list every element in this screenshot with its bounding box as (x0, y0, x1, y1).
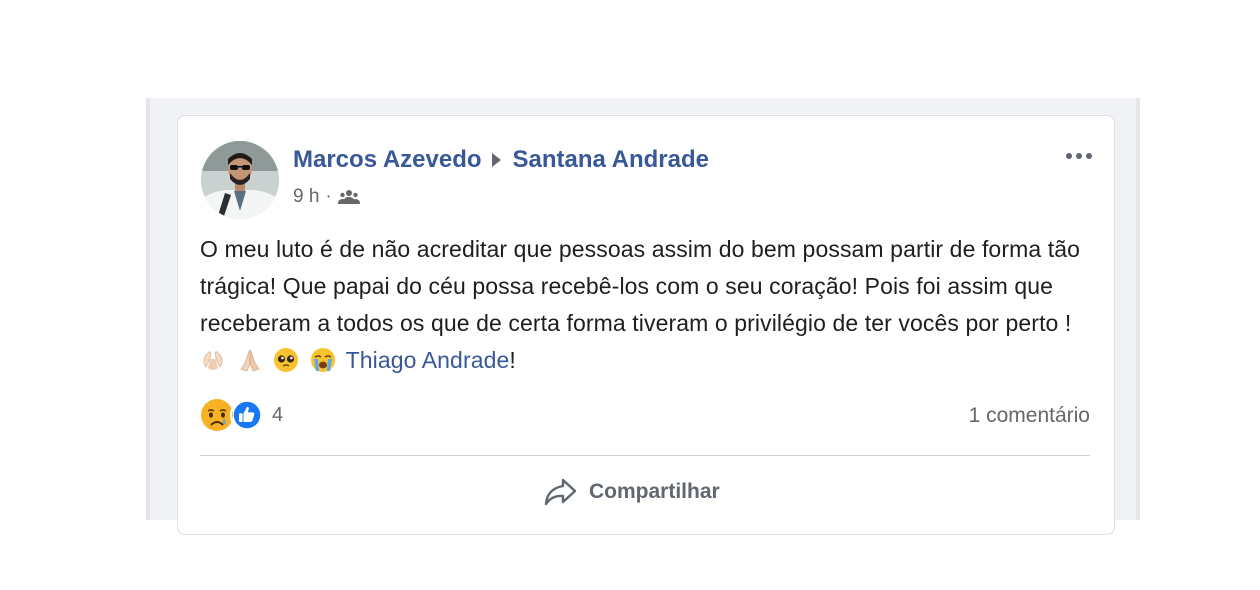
divider (200, 455, 1090, 456)
share-button[interactable]: Compartilhar (543, 476, 720, 508)
post-header: Marcos Azevedo Santana Andrade (293, 146, 709, 174)
share-label: Compartilhar (589, 480, 720, 503)
inline-emojis (200, 347, 346, 373)
crying-face-emoji (310, 348, 335, 372)
friends-icon[interactable] (337, 189, 360, 205)
right-triangle-icon (491, 153, 501, 167)
post-text: O meu luto é de não acreditar que pessoa… (200, 231, 1090, 379)
avatar[interactable] (201, 141, 279, 219)
target-name[interactable]: Santana Andrade (513, 146, 710, 174)
dot-icon (1066, 153, 1072, 159)
clapping-hands-emoji (203, 351, 223, 370)
reaction-count: 4 (272, 403, 284, 426)
post-message: O meu luto é de não acreditar que pessoa… (200, 236, 1080, 336)
post-meta: 9 h · (293, 186, 360, 208)
mention-link[interactable]: Thiago Andrade (346, 347, 510, 373)
more-options-button[interactable] (1059, 144, 1099, 168)
post-time[interactable]: 9 h (293, 186, 319, 208)
like-reaction-icon (230, 398, 264, 432)
share-icon (544, 478, 577, 506)
sad-reaction-icon (201, 399, 233, 431)
post-card: Marcos Azevedo Santana Andrade 9 h · O m… (177, 115, 1115, 535)
dot-icon (1086, 153, 1092, 159)
meta-separator: · (325, 186, 332, 207)
praying-hands-emoji (239, 349, 260, 372)
reactions-summary[interactable]: 4 (200, 398, 283, 432)
pleading-face-emoji (274, 348, 298, 372)
comments-count-link[interactable]: 1 comentário (969, 404, 1090, 428)
mention-suffix: ! (509, 347, 516, 373)
author-name[interactable]: Marcos Azevedo (293, 146, 482, 174)
dot-icon (1076, 153, 1082, 159)
